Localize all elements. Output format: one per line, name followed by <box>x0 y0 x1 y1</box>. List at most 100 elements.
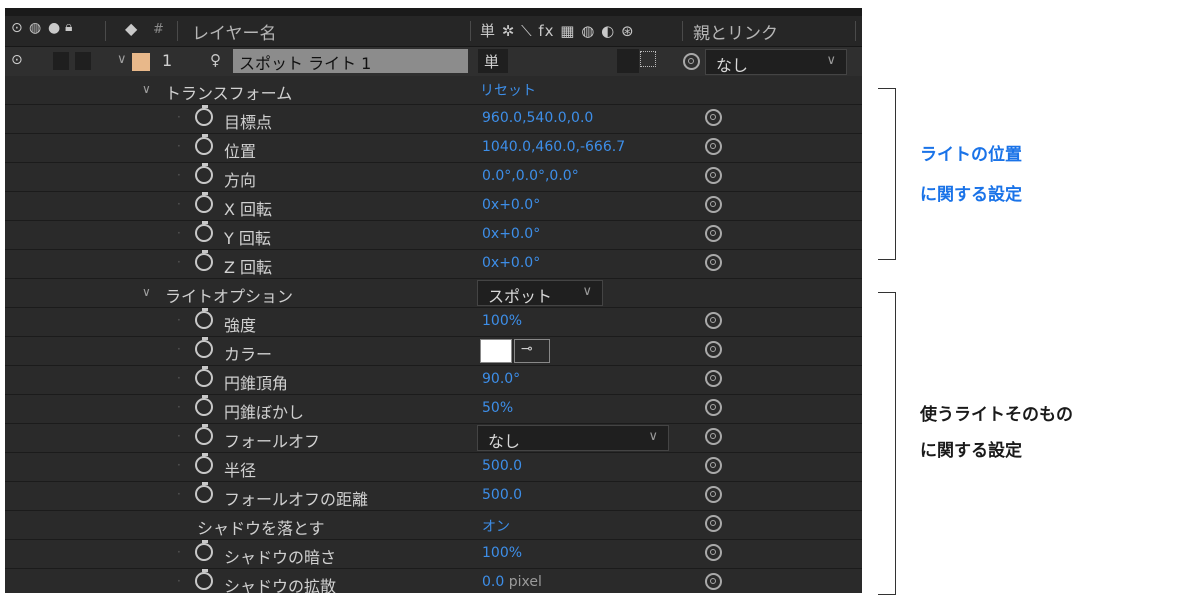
property-row-orientation[interactable]: · 方向 0.0°,0.0°,0.0° <box>5 163 862 192</box>
property-value[interactable]: 500.0 <box>482 458 522 474</box>
video-toggle-icon[interactable]: ⊙ <box>11 20 23 36</box>
expression-pickwhip-icon[interactable] <box>705 515 722 532</box>
lock-icon[interactable]: 🔒︎ <box>65 19 72 35</box>
expression-pickwhip-icon[interactable] <box>705 573 722 590</box>
property-indent-dot: · <box>177 255 181 269</box>
stopwatch-icon[interactable] <box>195 540 213 561</box>
parent-link-column-header[interactable]: 親とリンク <box>693 19 778 44</box>
expression-pickwhip-icon[interactable] <box>705 399 722 416</box>
transform-collapse-chevron-icon[interactable]: ∨ <box>142 82 151 96</box>
property-value[interactable]: 0x+0.0° <box>482 255 540 271</box>
solo-icon[interactable]: ● <box>48 20 60 36</box>
property-value[interactable]: 0.0°,0.0°,0.0° <box>482 168 579 184</box>
property-row-falloff[interactable]: · フォールオフ なし ∨ <box>5 424 862 453</box>
property-value[interactable]: オン <box>482 516 510 536</box>
stopwatch-icon[interactable] <box>195 221 213 242</box>
parent-pickwhip-icon[interactable] <box>683 53 700 70</box>
layer-name-column-header[interactable]: レイヤー名 <box>192 19 277 44</box>
property-value[interactable]: 50% <box>482 400 513 416</box>
stopwatch-icon[interactable] <box>195 192 213 213</box>
property-value[interactable]: 100% <box>482 313 522 329</box>
expression-pickwhip-icon[interactable] <box>705 457 722 474</box>
transform-reset-link[interactable]: リセット <box>480 80 536 100</box>
property-row-z-rotation[interactable]: · Z 回転 0x+0.0° <box>5 250 862 279</box>
stopwatch-icon[interactable] <box>195 163 213 184</box>
3d-layer-cube-icon[interactable] <box>640 51 656 67</box>
parent-dropdown[interactable]: なし ∨ <box>705 49 847 75</box>
audio-cell[interactable] <box>53 52 69 70</box>
light-options-collapse-chevron-icon[interactable]: ∨ <box>142 285 151 299</box>
expression-pickwhip-icon[interactable] <box>705 486 722 503</box>
property-row-y-rotation[interactable]: · Y 回転 0x+0.0° <box>5 221 862 250</box>
stopwatch-icon[interactable] <box>195 337 213 358</box>
property-row-falloff-distance[interactable]: · フォールオフの距離 500.0 <box>5 482 862 511</box>
motion-blur-cell[interactable] <box>617 49 639 73</box>
falloff-dropdown[interactable]: なし ∨ <box>477 425 669 451</box>
property-label: 位置 <box>224 142 257 161</box>
stopwatch-icon[interactable] <box>195 308 213 329</box>
property-row-radius[interactable]: · 半径 500.0 <box>5 453 862 482</box>
property-row-x-rotation[interactable]: · X 回転 0x+0.0° <box>5 192 862 221</box>
stopwatch-icon[interactable] <box>195 134 213 155</box>
layer-collapse-chevron-icon[interactable]: ∨ <box>117 52 127 67</box>
layer-row[interactable]: ⊙ ∨ 1 ♀ スポット ライト 1 単 なし ∨ <box>5 47 862 76</box>
light-options-label: ライトオプション <box>165 287 294 306</box>
property-row-cone-angle[interactable]: · 円錐頂角 90.0° <box>5 366 862 395</box>
layer-name-field[interactable]: スポット ライト 1 <box>233 49 468 73</box>
light-type-dropdown[interactable]: スポット ∨ <box>477 280 603 306</box>
property-value[interactable]: 960.0,540.0,0.0 <box>482 110 593 126</box>
expression-pickwhip-icon[interactable] <box>705 225 722 242</box>
expression-pickwhip-icon[interactable] <box>705 196 722 213</box>
transform-group-row[interactable]: ∨ トランスフォーム リセット <box>5 76 862 105</box>
property-row-casts-shadows[interactable]: シャドウを落とす オン <box>5 511 862 540</box>
property-value[interactable]: 0x+0.0° <box>482 226 540 242</box>
eyedropper-button[interactable]: ⊸ <box>514 339 550 363</box>
shy-switch-glyph: 単 <box>484 53 500 71</box>
property-indent-dot: · <box>177 574 181 588</box>
audio-toggle-icon[interactable]: ◍ <box>29 20 41 36</box>
expression-pickwhip-icon[interactable] <box>705 370 722 387</box>
stopwatch-icon[interactable] <box>195 250 213 271</box>
property-value[interactable]: 100% <box>482 545 522 561</box>
light-bulb-icon: ♀ <box>210 51 221 69</box>
property-value[interactable]: 90.0° <box>482 371 520 387</box>
stopwatch-icon[interactable] <box>195 453 213 474</box>
stopwatch-icon[interactable] <box>195 482 213 503</box>
stopwatch-icon[interactable] <box>195 569 213 590</box>
property-value[interactable]: 1040.0,460.0,-666.7 <box>482 139 625 155</box>
shy-switch[interactable]: 単 <box>478 49 508 73</box>
property-value[interactable]: 0x+0.0° <box>482 197 540 213</box>
property-row-position[interactable]: · 位置 1040.0,460.0,-666.7 <box>5 134 862 163</box>
solo-cell[interactable] <box>75 52 91 70</box>
expression-pickwhip-icon[interactable] <box>705 312 722 329</box>
expression-pickwhip-icon[interactable] <box>705 138 722 155</box>
expression-pickwhip-icon[interactable] <box>705 254 722 271</box>
stopwatch-icon[interactable] <box>195 424 213 445</box>
stopwatch-icon[interactable] <box>195 105 213 126</box>
layer-name: スポット ライト 1 <box>239 54 372 73</box>
property-row-shadow-diffusion[interactable]: · シャドウの拡散 0.0 pixel <box>5 569 862 593</box>
stopwatch-icon[interactable] <box>195 395 213 416</box>
expression-pickwhip-icon[interactable] <box>705 544 722 561</box>
expression-pickwhip-icon[interactable] <box>705 428 722 445</box>
parent-value: なし <box>716 56 749 75</box>
property-value[interactable]: 500.0 <box>482 487 522 503</box>
layer-label-color[interactable] <box>132 53 150 71</box>
expression-pickwhip-icon[interactable] <box>705 167 722 184</box>
light-options-group-row[interactable]: ∨ ライトオプション スポット ∨ <box>5 279 862 308</box>
switches-header-icons[interactable]: 単 ✲ ⟍ fx ▦ ◍ ◐ ⊛ <box>480 20 635 41</box>
transform-bracket <box>878 88 896 260</box>
property-row-shadow-darkness[interactable]: · シャドウの暗さ 100% <box>5 540 862 569</box>
property-row-cone-feather[interactable]: · 円錐ぼかし 50% <box>5 395 862 424</box>
property-row-color[interactable]: · カラー ⊸ <box>5 337 862 366</box>
property-row-target[interactable]: · 目標点 960.0,540.0,0.0 <box>5 105 862 134</box>
expression-pickwhip-icon[interactable] <box>705 109 722 126</box>
property-value[interactable]: 0.0 pixel <box>482 574 542 590</box>
color-swatch[interactable] <box>480 339 512 363</box>
expression-pickwhip-icon[interactable] <box>705 341 722 358</box>
timeline-panel: ⊙ ◍ ● 🔒︎ ◆ # レイヤー名 単 ✲ ⟍ fx ▦ ◍ ◐ ⊛ 親とリン… <box>5 8 862 593</box>
label-tag-icon[interactable]: ◆ <box>125 19 137 38</box>
layer-visibility-eye-icon[interactable]: ⊙ <box>11 52 23 68</box>
property-row-intensity[interactable]: · 強度 100% <box>5 308 862 337</box>
stopwatch-icon[interactable] <box>195 366 213 387</box>
